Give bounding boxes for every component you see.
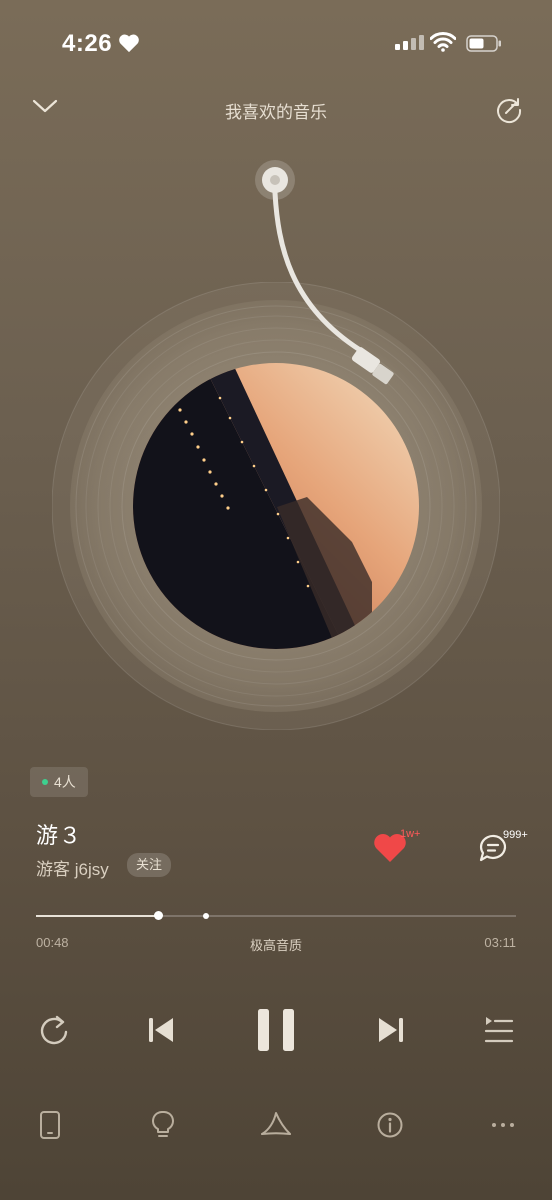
- repeat-icon[interactable]: [36, 1008, 72, 1052]
- progress-cache-marker: [203, 913, 210, 919]
- wifi-icon: [430, 32, 456, 52]
- online-dot: [42, 779, 48, 785]
- like-count: 1w+: [400, 828, 421, 840]
- tonearm: [255, 160, 394, 385]
- audio-quality: 极高音质: [0, 935, 552, 954]
- artist-name[interactable]: 游客 j6jsy: [36, 855, 109, 880]
- heart-status-icon: [119, 34, 139, 53]
- total-time: 03:11: [484, 935, 516, 950]
- page-title: 我喜欢的音乐: [225, 103, 327, 122]
- playlist-icon[interactable]: [484, 1008, 514, 1052]
- info-icon[interactable]: [376, 1110, 404, 1140]
- share-icon[interactable]: [494, 95, 524, 125]
- next-icon[interactable]: [376, 1008, 406, 1052]
- status-time: 4:26: [62, 30, 113, 57]
- song-title: 游３: [36, 823, 83, 848]
- pause-icon[interactable]: [254, 1008, 298, 1052]
- listeners-count: 4人: [54, 774, 76, 790]
- progress-fill: [36, 915, 159, 917]
- more-icon[interactable]: [490, 1110, 516, 1140]
- cellular-signal-icon: [395, 35, 424, 50]
- battery-icon: [466, 35, 501, 52]
- listeners-badge[interactable]: 4人: [30, 767, 88, 797]
- device-icon[interactable]: [38, 1110, 62, 1140]
- follow-button[interactable]: 关注: [127, 853, 172, 877]
- comment-count: 999+: [503, 829, 528, 841]
- lightbulb-icon[interactable]: [150, 1110, 176, 1140]
- previous-icon[interactable]: [146, 1008, 176, 1052]
- sound-effect-icon[interactable]: [259, 1110, 293, 1140]
- audio-quality-label[interactable]: 极高音质: [250, 938, 302, 953]
- progress-thumb[interactable]: [153, 911, 163, 920]
